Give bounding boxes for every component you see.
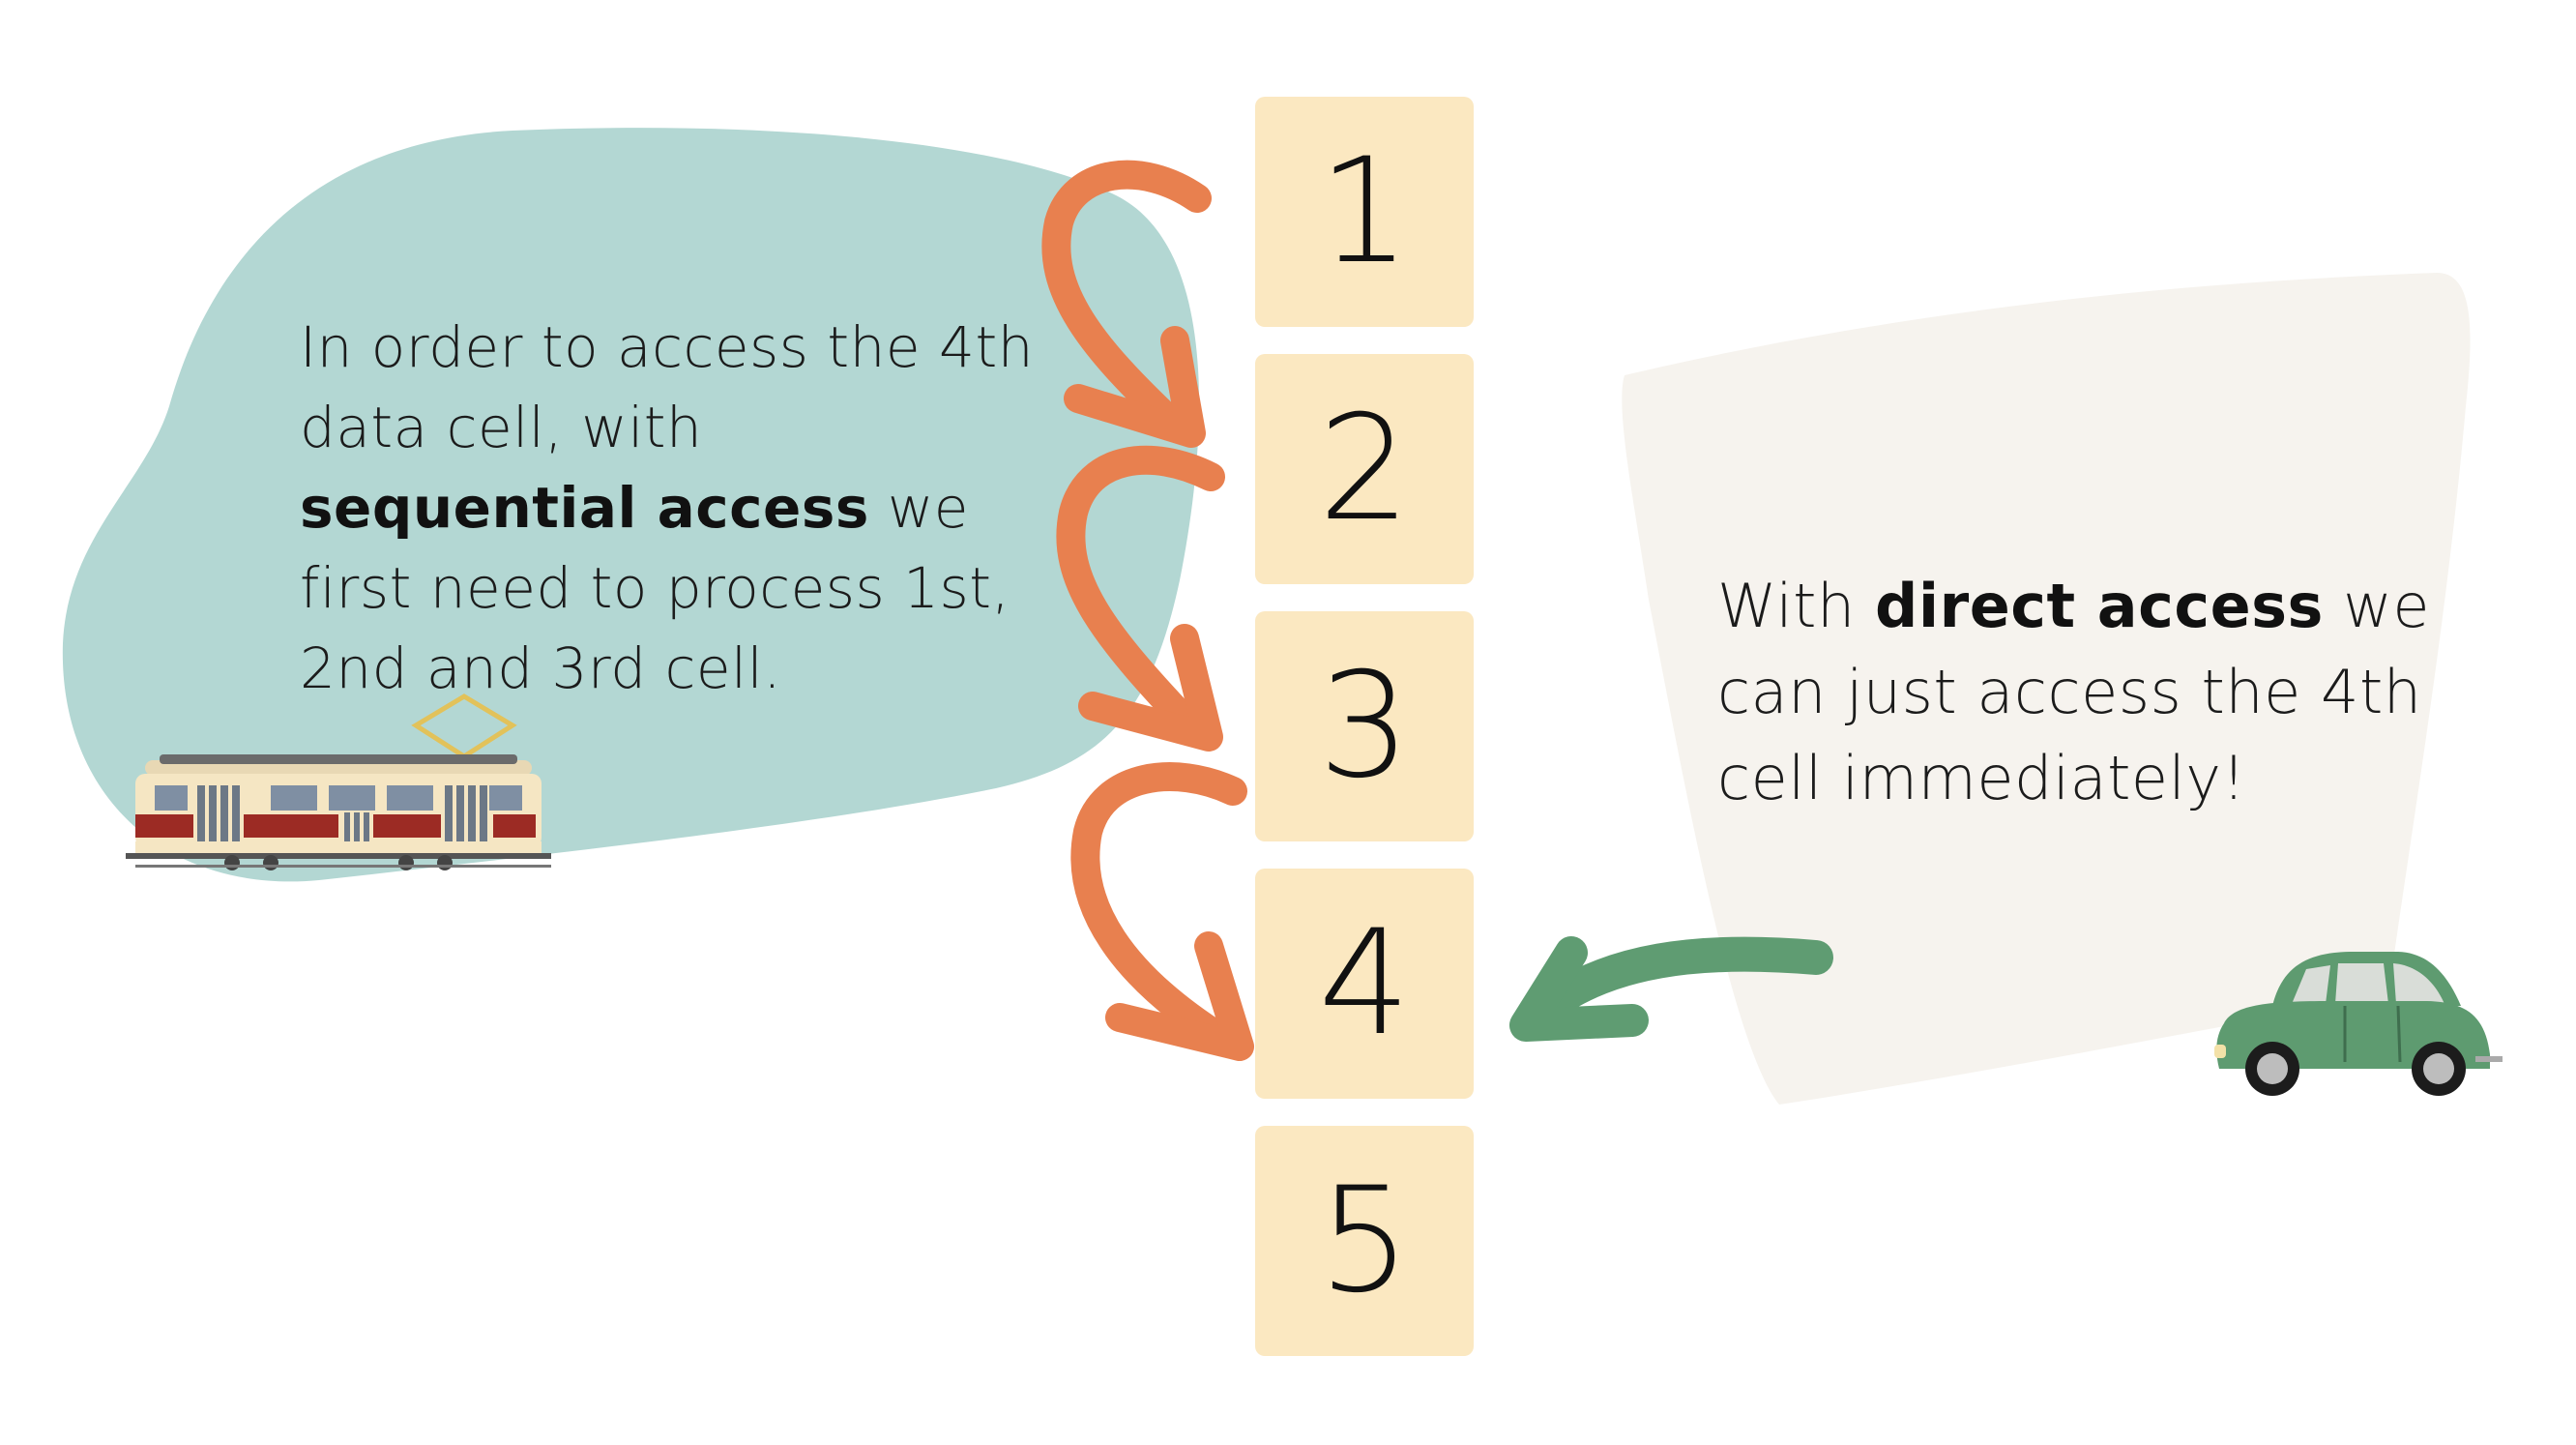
sequential-text-before: In order to access the 4th data cell, wi… [300, 314, 1034, 460]
sequential-access-term: sequential access [300, 475, 869, 541]
direct-access-text: With direct access we can just access th… [1717, 563, 2510, 821]
direct-text-before: With [1717, 571, 1856, 641]
sequential-access-text: In order to access the 4th data cell, wi… [300, 308, 1035, 709]
direct-access-term: direct access [1875, 571, 2324, 641]
